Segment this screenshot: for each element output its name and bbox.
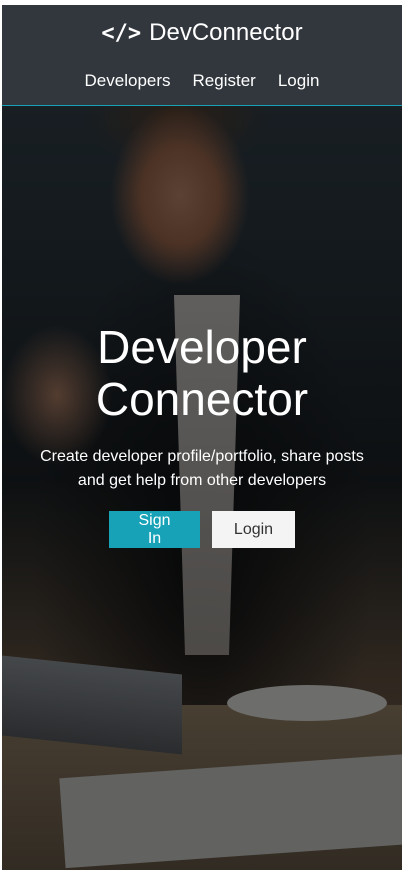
login-button[interactable]: Login <box>212 511 295 548</box>
nav-link-login[interactable]: Login <box>278 71 320 91</box>
brand-name: DevConnector <box>149 19 303 46</box>
sign-in-button[interactable]: Sign In <box>109 511 200 548</box>
nav-link-developers[interactable]: Developers <box>85 71 171 91</box>
lead-text: Create developer profile/portfolio, shar… <box>40 448 364 489</box>
nav-link-register[interactable]: Register <box>193 71 256 91</box>
title-line-2: Connector <box>95 373 309 425</box>
app-frame: </> DevConnector Developers Register Log… <box>2 5 402 870</box>
button-group: Sign In Login <box>2 511 402 548</box>
code-icon: </> <box>101 20 142 46</box>
brand-link[interactable]: </> DevConnector <box>2 19 402 47</box>
landing-section: Developer Connector Create developer pro… <box>2 321 402 548</box>
navbar: </> DevConnector Developers Register Log… <box>2 5 402 106</box>
page-title: Developer Connector <box>2 321 402 425</box>
nav-links: Developers Register Login <box>2 71 402 91</box>
title-line-1: Developer <box>97 321 307 373</box>
